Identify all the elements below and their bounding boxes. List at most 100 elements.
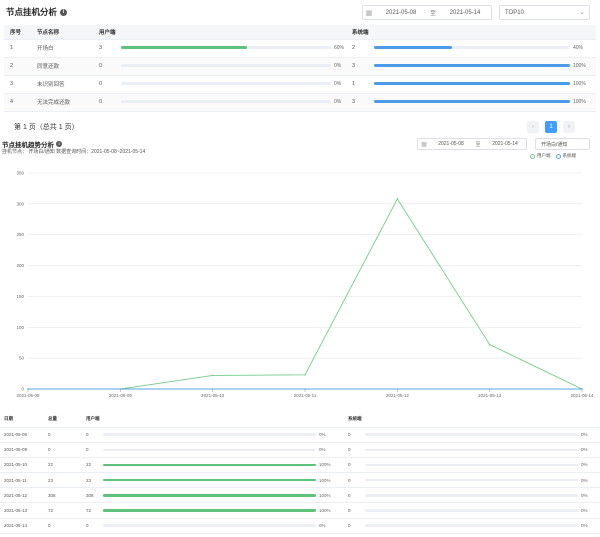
detail-date: 2021-05-12 [0, 487, 44, 504]
detail-system-bar: 0% [361, 487, 600, 504]
trend-date-end[interactable]: 2021-05-14 [484, 141, 526, 147]
progress-fill [374, 82, 570, 86]
progress-bar: 100% [374, 81, 586, 87]
trend-subtitle: 挂机节点： 开场白/通知 数据查询时间：2021-05-08~2021-05-1… [2, 149, 146, 155]
progress-percent: 100% [573, 98, 586, 105]
detail-col-system: 系统端 [344, 411, 362, 428]
system-count-value: 2 [352, 45, 356, 52]
detail-system-bar: 0% [361, 518, 600, 534]
legend-user-marker [530, 153, 535, 159]
row-node-name: 开场白 [31, 39, 93, 58]
date-range-picker[interactable]: ▦ 2021-05-08 至 2021-05-14 [362, 5, 492, 20]
row-node-name: 未识别回答 [31, 75, 93, 94]
legend-item-user[interactable]: 用户端 [530, 153, 551, 159]
row-system-count: 1 100% [346, 75, 596, 94]
detail-system-count: 0 [344, 502, 361, 519]
detail-user-bar: 100% [99, 487, 344, 504]
detail-user-count: 0 [82, 518, 99, 534]
progress-fill [103, 478, 316, 482]
y-tick-label: 150 [16, 294, 24, 299]
detail-user-count: 23 [82, 472, 99, 489]
y-tick-label: 350 [16, 171, 24, 176]
row-index: 4 [4, 93, 31, 112]
progress-percent: 0% [319, 523, 326, 529]
progress-bar: 0% [365, 432, 600, 437]
date-end[interactable]: 2021-05-14 [439, 10, 491, 16]
user-count-value: 0 [99, 81, 103, 88]
progress-track [121, 82, 331, 86]
system-count-value: 3 [352, 63, 356, 70]
node-select-value: 开场白/通知 [541, 141, 568, 148]
progress-track [374, 82, 570, 86]
detail-system-bar: 0% [361, 502, 600, 519]
progress-track [374, 46, 570, 50]
legend-item-system[interactable]: 系统端 [555, 153, 577, 159]
next-page-button[interactable]: › [563, 121, 575, 133]
node-select[interactable]: 开场白/通知 [535, 138, 590, 150]
row-system-count: 3 100% [346, 93, 596, 112]
progress-percent: 0% [581, 508, 588, 514]
progress-bar: 0% [103, 523, 344, 528]
y-tick-label: 50 [19, 356, 25, 361]
detail-user-bar: 0% [99, 518, 344, 534]
info-icon[interactable]: i [60, 8, 68, 16]
detail-col-user: 用户端 [82, 411, 100, 428]
progress-percent: 0% [581, 523, 588, 529]
progress-bar: 60% [121, 45, 344, 51]
row-system-count: 2 40% [346, 39, 596, 58]
date-start[interactable]: 2021-05-08 [375, 10, 427, 16]
page-1-button[interactable]: 1 [545, 121, 557, 133]
detail-user-count: 22 [82, 457, 99, 474]
chevron-down-icon: ⌄ [579, 9, 585, 16]
trend-line-chart: 0 50 100 150 200 250 300 350 2021-05-08 2021-05-0… [16, 171, 594, 399]
detail-system-bar: 0% [361, 472, 600, 489]
trend-info-icon[interactable]: i [56, 141, 62, 147]
progress-track [365, 494, 578, 497]
row-user-count: 3 60% [93, 39, 346, 58]
progress-track [103, 433, 316, 436]
progress-track [365, 433, 578, 436]
table-row: 2 同意还款 0 0% 3 100% [4, 57, 596, 76]
y-tick-label: 100 [16, 325, 24, 330]
detail-col-system-bar [361, 411, 600, 428]
y-tick-label: 200 [16, 263, 24, 268]
detail-header-row: 日期 总量 用户端 系统端 [0, 411, 600, 428]
trend-date-range-picker[interactable]: ▦ 2021-05-08 至 2021-05-14 [417, 138, 527, 150]
col-header-node-name: 节点名称 [31, 25, 93, 40]
table-row: 2021-05-08 0 0 0% 0 0% [0, 427, 600, 443]
progress-bar: 0% [121, 63, 341, 69]
progress-bar: 0% [365, 493, 600, 498]
progress-bar: 100% [374, 99, 586, 105]
row-node-name: 同意还款 [31, 57, 93, 76]
table-row: 4 无法完成还款 0 0% 3 100% [4, 93, 596, 112]
table-row: 2021-05-12 308 308 100% 0 0% [0, 487, 600, 504]
data-point-user [304, 374, 306, 376]
series-line-user [28, 198, 583, 390]
top-n-select[interactable]: TOP10 ⌄ [499, 5, 590, 20]
detail-col-date: 日期 [0, 411, 44, 428]
row-index: 2 [4, 57, 31, 76]
detail-total: 308 [44, 487, 82, 504]
progress-track [374, 100, 570, 104]
y-tick-label: 0 [21, 387, 24, 392]
col-header-index: 序号 [4, 25, 31, 40]
trend-date-start[interactable]: 2021-05-08 [430, 141, 472, 147]
table-row: 2021-05-11 23 23 100% 0 0% [0, 472, 600, 489]
date-separator: 至 [429, 11, 436, 17]
col-header-user: 用户端 [93, 25, 253, 40]
detail-user-bar: 100% [99, 457, 344, 474]
legend-system-label: 系统端 [562, 153, 577, 158]
col-header-user-bar [253, 25, 346, 40]
progress-percent: 0% [319, 432, 326, 438]
detail-date: 2021-05-10 [0, 457, 44, 474]
calendar-icon: ▦ [365, 9, 373, 17]
x-tick-label: 2021-05-09 [109, 393, 133, 398]
data-point-user [396, 198, 399, 200]
progress-percent: 40% [573, 44, 584, 51]
prev-page-button[interactable]: ‹ [527, 121, 539, 133]
detail-date: 2021-05-14 [0, 518, 44, 534]
system-count-value: 1 [352, 81, 356, 88]
data-point-system [27, 388, 29, 390]
page-title: 节点挂机分析 i [6, 6, 68, 18]
progress-percent: 100% [319, 508, 331, 514]
